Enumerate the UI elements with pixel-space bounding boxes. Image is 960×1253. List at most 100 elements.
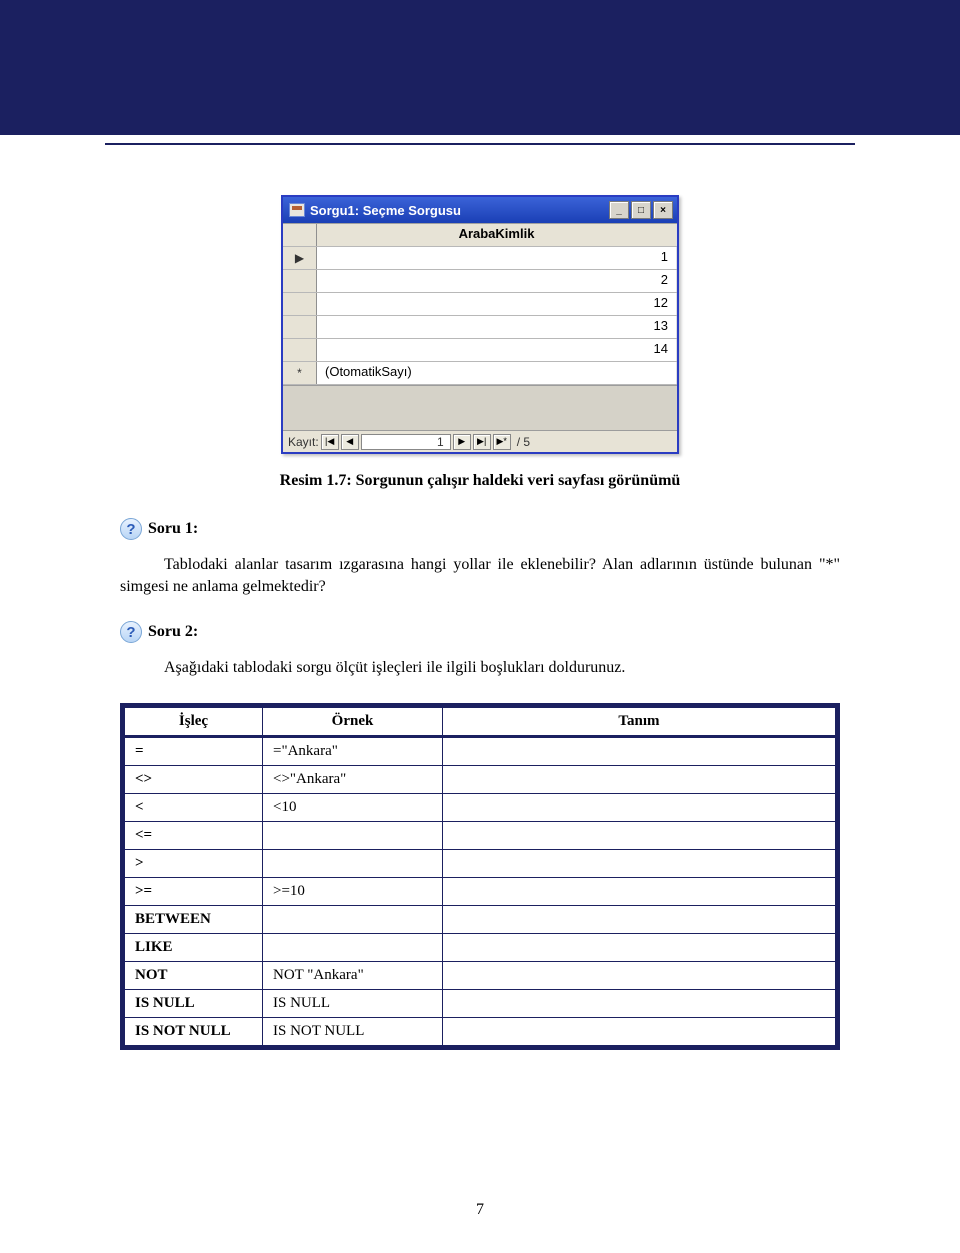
column-header[interactable]: ArabaKimlik (317, 224, 677, 246)
cell[interactable]: 2 (317, 270, 677, 292)
def-cell[interactable] (443, 905, 838, 933)
def-cell[interactable] (443, 1017, 838, 1047)
nav-first-button[interactable]: |◀ (321, 434, 339, 450)
figure-caption: Resim 1.7: Sorgunun çalışır haldeki veri… (120, 472, 840, 490)
op-cell: IS NULL (123, 989, 263, 1017)
table-row: NOT NOT "Ankara" (123, 961, 838, 989)
nav-new-button[interactable]: ▶* (493, 434, 511, 450)
def-cell[interactable] (443, 961, 838, 989)
ex-cell[interactable]: >=10 (263, 877, 443, 905)
op-cell: LIKE (123, 933, 263, 961)
grid-row[interactable]: 14 (283, 339, 677, 362)
op-cell: >= (123, 877, 263, 905)
def-cell[interactable] (443, 849, 838, 877)
grid-filler (283, 385, 677, 430)
close-button[interactable]: × (653, 201, 673, 219)
ex-cell[interactable] (263, 849, 443, 877)
cell[interactable]: 12 (317, 293, 677, 315)
ex-cell[interactable]: <10 (263, 793, 443, 821)
maximize-button[interactable]: □ (631, 201, 651, 219)
nav-label: Kayıt: (288, 435, 319, 449)
op-cell: < (123, 793, 263, 821)
table-row: BETWEEN (123, 905, 838, 933)
datasheet-icon (289, 203, 305, 217)
def-cell[interactable] (443, 933, 838, 961)
nav-of-count: / 5 (517, 435, 530, 449)
cell-autonumber[interactable]: (OtomatikSayı) (317, 362, 677, 384)
table-row: IS NULL IS NULL (123, 989, 838, 1017)
minimize-button[interactable]: _ (609, 201, 629, 219)
def-cell[interactable] (443, 877, 838, 905)
ex-cell[interactable] (263, 933, 443, 961)
row-marker (283, 270, 317, 292)
question-2-title: Soru 2: (148, 623, 198, 641)
cell[interactable]: 14 (317, 339, 677, 361)
row-marker (283, 339, 317, 361)
question-1-title: Soru 1: (148, 520, 198, 538)
query-window: Sorgu1: Seçme Sorgusu _ □ × ArabaKimlik … (281, 195, 679, 454)
def-cell[interactable] (443, 793, 838, 821)
row-marker (283, 293, 317, 315)
row-marker: ▶ (283, 247, 317, 269)
ex-cell[interactable] (263, 905, 443, 933)
table-row: >= >=10 (123, 877, 838, 905)
op-cell: > (123, 849, 263, 877)
op-cell: <= (123, 821, 263, 849)
cell[interactable]: 1 (317, 247, 677, 269)
page-number: 7 (0, 1201, 960, 1219)
op-cell: <> (123, 765, 263, 793)
op-cell: NOT (123, 961, 263, 989)
op-cell: IS NOT NULL (123, 1017, 263, 1047)
nav-last-button[interactable]: ▶| (473, 434, 491, 450)
page-content: Sorgu1: Seçme Sorgusu _ □ × ArabaKimlik … (0, 195, 960, 1050)
window-buttons: _ □ × (609, 201, 673, 219)
horizontal-rule (105, 143, 855, 145)
table-row: IS NOT NULL IS NOT NULL (123, 1017, 838, 1047)
row-marker-new: * (283, 362, 317, 384)
cell[interactable]: 13 (317, 316, 677, 338)
rule-wrap (0, 135, 960, 145)
operators-table: İşleç Örnek Tanım = ="Ankara" <> <>"Anka… (120, 703, 840, 1050)
page-header-band (0, 0, 960, 135)
question-2-header: ? Soru 2: (120, 621, 840, 643)
grid-new-row[interactable]: * (OtomatikSayı) (283, 362, 677, 385)
record-navigator: Kayıt: |◀ ◀ 1 ▶ ▶| ▶* / 5 (283, 430, 677, 452)
question-icon: ? (120, 518, 142, 540)
ex-cell[interactable]: IS NULL (263, 989, 443, 1017)
nav-current-field[interactable]: 1 (361, 434, 451, 450)
table-row: <= (123, 821, 838, 849)
grid-row[interactable]: 13 (283, 316, 677, 339)
question-icon: ? (120, 621, 142, 643)
def-cell[interactable] (443, 821, 838, 849)
table-header-row: İşleç Örnek Tanım (123, 705, 838, 736)
question-2-text: Aşağıdaki tablodaki sorgu ölçüt işleçler… (120, 657, 840, 679)
question-1-header: ? Soru 1: (120, 518, 840, 540)
table-row: <> <>"Ankara" (123, 765, 838, 793)
nav-prev-button[interactable]: ◀ (341, 434, 359, 450)
datasheet-grid: ArabaKimlik ▶ 1 2 12 13 14 (283, 223, 677, 430)
def-cell[interactable] (443, 765, 838, 793)
grid-row[interactable]: 12 (283, 293, 677, 316)
corner-cell (283, 224, 317, 246)
ex-cell[interactable]: <>"Ankara" (263, 765, 443, 793)
col-header-op: İşleç (123, 705, 263, 736)
grid-row[interactable]: ▶ 1 (283, 247, 677, 270)
nav-next-button[interactable]: ▶ (453, 434, 471, 450)
ex-cell[interactable]: NOT "Ankara" (263, 961, 443, 989)
def-cell[interactable] (443, 736, 838, 765)
row-marker (283, 316, 317, 338)
col-header-def: Tanım (443, 705, 838, 736)
table-row: > (123, 849, 838, 877)
window-titlebar: Sorgu1: Seçme Sorgusu _ □ × (283, 197, 677, 223)
ex-cell[interactable]: ="Ankara" (263, 736, 443, 765)
window-title: Sorgu1: Seçme Sorgusu (310, 203, 609, 218)
ex-cell[interactable]: IS NOT NULL (263, 1017, 443, 1047)
question-1-text: Tablodaki alanlar tasarım ızgarasına han… (120, 554, 840, 597)
op-cell: BETWEEN (123, 905, 263, 933)
table-row: < <10 (123, 793, 838, 821)
col-header-ex: Örnek (263, 705, 443, 736)
ex-cell[interactable] (263, 821, 443, 849)
def-cell[interactable] (443, 989, 838, 1017)
op-cell: = (123, 736, 263, 765)
grid-row[interactable]: 2 (283, 270, 677, 293)
